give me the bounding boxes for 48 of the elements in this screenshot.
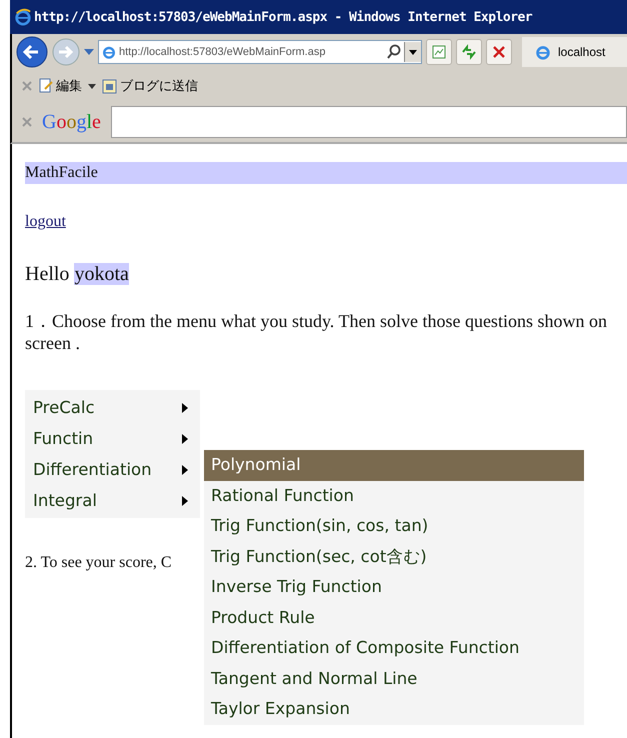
close-icon[interactable] [22,81,32,91]
window-title: http://localhost:57803/eWebMainForm.aspx - Windows Internet Explorer [34,10,532,24]
refresh-icon [461,44,477,60]
close-icon [491,44,507,60]
logout-link[interactable]: logout [25,213,66,231]
caret-icon [409,50,417,54]
document-icon [102,78,118,94]
menu-item[interactable]: Functin [25,423,200,454]
browser-tab[interactable]: localhost [522,37,627,67]
address-dropdown-button[interactable] [404,42,421,62]
page-icon [101,44,117,60]
search-icon[interactable] [386,44,402,60]
instruction-text: 1．Choose from the menu what you study. Then solve those questions shown on screen . [25,310,608,354]
submenu-item[interactable]: Inverse Trig Function [204,572,584,602]
submenu-item[interactable]: Taylor Expansion [204,694,584,724]
dropdown-icon[interactable] [88,84,96,88]
menu-item[interactable]: PreCalc [25,392,200,423]
edit-button[interactable]: 編集 [38,77,82,95]
user-name: yokota [74,263,129,285]
address-field[interactable]: http://localhost:57803/eWebMainForm.asp [98,40,422,64]
greeting-text: Hello [25,263,70,285]
google-logo: Google [42,110,101,134]
close-icon[interactable] [22,117,32,127]
back-icon[interactable] [16,36,48,68]
submenu-item[interactable]: Differentiation of Composite Function [204,633,584,664]
page-icon [534,43,552,61]
submenu-item[interactable]: Product Rule [204,602,584,633]
compatibility-button[interactable] [426,39,452,65]
submenu-arrow-icon [182,464,188,474]
submenu-arrow-icon [182,434,188,444]
stop-button[interactable] [486,39,512,65]
menu-item[interactable]: Integral [25,485,200,516]
submenu-arrow-icon [182,496,188,506]
submenu-item[interactable]: Rational Function [204,480,584,511]
blog-button[interactable]: ブログに送信 [102,77,198,95]
submenu-item[interactable]: Polynomial [204,450,584,480]
score-text: 2. To see your score, C [25,554,172,571]
browser-logo-icon [14,8,32,26]
site-title-bar: MathFacile [25,162,627,184]
submenu-arrow-icon [182,402,188,412]
search-field[interactable] [110,106,627,138]
submenu-item[interactable]: Trig Function(sin, cos, tan) [204,511,584,542]
submenu-item[interactable]: Tangent and Normal Line [204,664,584,694]
pencil-page-icon [38,78,54,94]
chart-page-icon [431,44,447,60]
submenu-item[interactable]: Trig Function(sec, cot含む) [204,542,584,572]
menu-item[interactable]: Differentiation [25,454,200,485]
refresh-button[interactable] [456,39,482,65]
